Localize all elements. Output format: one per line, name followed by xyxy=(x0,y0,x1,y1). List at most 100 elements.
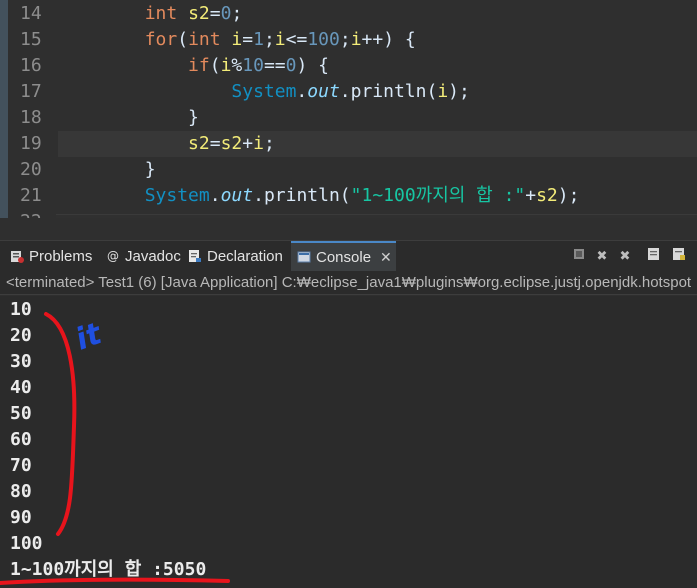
console-output[interactable]: 10 20 30 40 50 60 70 80 90 100 1~100까지의 … xyxy=(0,296,697,588)
tab-label: Console xyxy=(316,248,372,266)
remove-launch-icon[interactable]: ✖ xyxy=(593,247,611,265)
dot: . xyxy=(253,185,264,206)
brace: } xyxy=(144,159,156,180)
variable: i xyxy=(350,29,362,50)
semicolon: ; xyxy=(263,29,275,50)
console-line: 100 xyxy=(10,533,43,554)
line-number: 18 xyxy=(20,107,42,128)
code-line[interactable]: } xyxy=(58,105,697,131)
variable: s2 xyxy=(188,3,210,24)
code-line[interactable]: for(int i=1;i<=100;i++) { xyxy=(58,27,697,53)
line-number: 21 xyxy=(20,185,42,206)
number-literal: 0 xyxy=(285,55,297,76)
operator: = xyxy=(242,29,254,50)
terminate-icon[interactable] xyxy=(570,247,588,265)
operator: = xyxy=(209,3,221,24)
tab-label: Declaration xyxy=(207,247,283,265)
brace: { xyxy=(307,55,330,76)
method-name: println xyxy=(263,185,340,206)
clear-console-icon[interactable] xyxy=(645,247,663,265)
console-process-status: <terminated> Test1 (6) [Java Application… xyxy=(0,271,697,295)
semicolon: ; xyxy=(263,133,275,154)
dot: . xyxy=(209,185,221,206)
semicolon: ; xyxy=(231,3,243,24)
tab-declaration[interactable]: Declaration xyxy=(182,241,289,271)
variable: i xyxy=(274,29,286,50)
console-line: 30 xyxy=(10,351,32,372)
gutter-marker-bar xyxy=(0,0,8,218)
line-number: 14 xyxy=(20,3,42,24)
variable: i xyxy=(437,81,449,102)
operator: = xyxy=(209,133,221,154)
paren: ( xyxy=(177,29,189,50)
class-name: System xyxy=(144,185,210,206)
line-number: 20 xyxy=(20,159,42,180)
code-line[interactable]: int s2=0; xyxy=(58,1,697,27)
paren: ) xyxy=(296,55,308,76)
paren: ); xyxy=(448,81,470,102)
tab-javadoc[interactable]: @ Javadoc xyxy=(100,241,187,271)
console-line: 20 xyxy=(10,325,32,346)
static-field: out xyxy=(307,81,340,102)
paren: ( xyxy=(209,55,221,76)
dot: . xyxy=(339,81,351,102)
keyword: if xyxy=(188,55,210,76)
number-literal: 10 xyxy=(242,55,264,76)
line-number: 19 xyxy=(20,133,42,154)
console-icon xyxy=(297,250,311,264)
class-name: System xyxy=(231,81,297,102)
paren: ( xyxy=(339,185,351,206)
variable: i xyxy=(253,133,264,154)
close-icon[interactable]: ✕ xyxy=(380,249,392,266)
javadoc-icon: @ xyxy=(107,249,119,263)
horizontal-scrollbar[interactable]: ◀ xyxy=(56,214,697,218)
brace: { xyxy=(394,29,416,50)
remove-all-terminated-icon[interactable]: ✖ xyxy=(616,247,634,265)
console-line: 60 xyxy=(10,429,32,450)
operator: % xyxy=(231,55,243,76)
number-literal: 0 xyxy=(220,3,232,24)
keyword: for xyxy=(144,29,178,50)
string-literal: "1~100까지의 합 :" xyxy=(350,185,526,206)
dot: . xyxy=(296,81,308,102)
tab-label: Problems xyxy=(29,247,93,265)
tab-label: Javadoc xyxy=(125,247,181,265)
line-number: 15 xyxy=(20,29,42,50)
code-editor[interactable]: 14 15 16 17 18 19 20 21 22 int s2=0; for… xyxy=(0,0,697,218)
variable: s2 xyxy=(536,185,558,206)
keyword: int xyxy=(188,29,221,50)
console-line: 40 xyxy=(10,377,32,398)
scroll-lock-icon[interactable] xyxy=(670,247,688,265)
console-line: 70 xyxy=(10,455,32,476)
code-line[interactable]: } xyxy=(58,157,697,183)
variable: i xyxy=(231,29,243,50)
code-line[interactable]: if(i%10==0) { xyxy=(58,53,697,79)
keyword: int xyxy=(144,3,178,24)
semicolon: ; xyxy=(339,29,351,50)
problems-icon xyxy=(10,249,24,263)
declaration-icon xyxy=(188,249,202,263)
operator: ++ xyxy=(361,29,384,50)
static-field: out xyxy=(220,185,254,206)
console-line: 90 xyxy=(10,507,32,528)
line-number-gutter: 14 15 16 17 18 19 20 21 22 xyxy=(0,0,56,218)
code-line[interactable]: System.out.println("1~100까지의 합 :"+s2); xyxy=(58,183,697,209)
variable: s2 xyxy=(220,133,243,154)
variable: i xyxy=(220,55,232,76)
paren: ( xyxy=(426,81,438,102)
tab-console[interactable]: Console ✕ xyxy=(291,241,396,271)
paren: ) xyxy=(383,29,395,50)
number-literal: 100 xyxy=(307,29,340,50)
console-line: 10 xyxy=(10,299,32,320)
operator: == xyxy=(263,55,286,76)
method-name: println xyxy=(350,81,427,102)
paren: ); xyxy=(557,185,580,206)
operator: <= xyxy=(285,29,308,50)
console-line: 50 xyxy=(10,403,32,424)
code-line-current[interactable]: s2=s2+i; xyxy=(58,131,697,157)
tab-problems[interactable]: Problems xyxy=(4,241,98,271)
code-line[interactable]: System.out.println(i); xyxy=(58,79,697,105)
number-literal: 1 xyxy=(253,29,264,50)
console-sum-line: 1~100까지의 합 :5050 xyxy=(10,559,207,580)
operator: + xyxy=(525,185,537,206)
